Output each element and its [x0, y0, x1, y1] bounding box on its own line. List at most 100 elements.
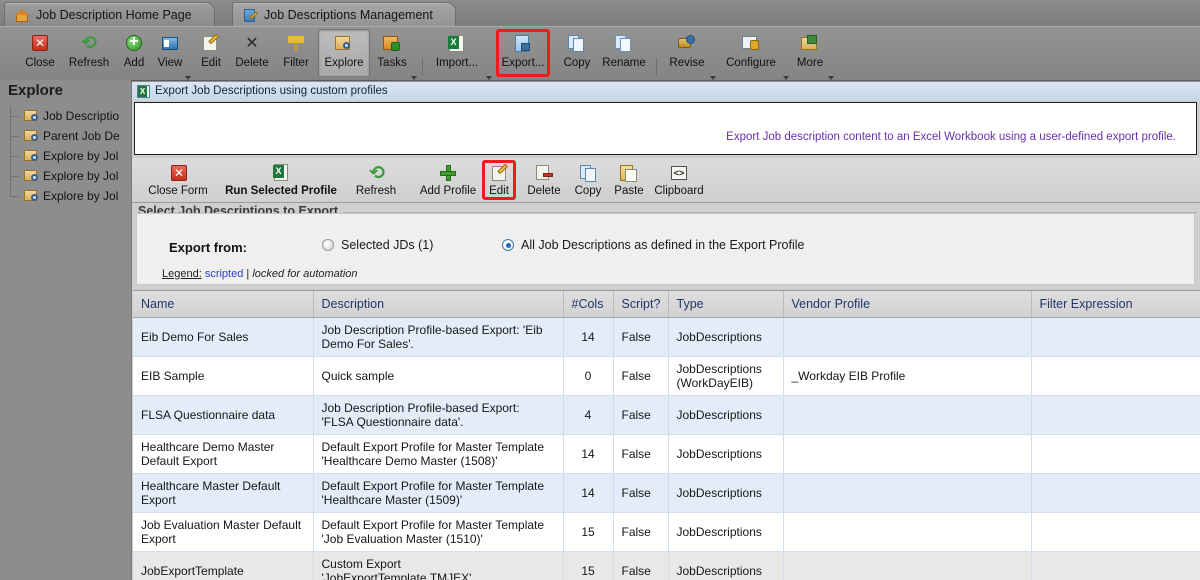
- revise-dropdown-caret[interactable]: [710, 76, 716, 80]
- radio-dot: [322, 239, 334, 251]
- cell-description: Custom Export 'JobExportTemplate.TMJEX'.: [313, 551, 564, 580]
- paste-icon: [619, 163, 639, 183]
- import-dropdown-caret[interactable]: [486, 76, 492, 80]
- view-dropdown-caret[interactable]: [185, 76, 191, 80]
- edit-icon: [489, 163, 509, 183]
- configure-button[interactable]: Configure: [719, 29, 783, 77]
- close-button[interactable]: Close: [18, 29, 62, 77]
- tab-job-descriptions-management[interactable]: Job Descriptions Management: [232, 2, 456, 27]
- rename-button[interactable]: Rename: [597, 29, 651, 77]
- plus-icon: [438, 163, 458, 183]
- table-row[interactable]: Job Evaluation Master Default Export Def…: [133, 512, 1200, 552]
- sidebar-item-explore-by-2[interactable]: Explore by Jol: [0, 166, 131, 186]
- export-icon: [512, 33, 534, 55]
- sidebar-item-label: Explore by Jol: [43, 169, 119, 183]
- column-header-description[interactable]: Description: [313, 291, 564, 318]
- configure-dropdown-caret[interactable]: [783, 76, 789, 80]
- excel-icon: [137, 84, 150, 98]
- cell-vendor: [783, 434, 1032, 474]
- radio-all-job-descriptions[interactable]: All Job Descriptions as defined in the E…: [502, 238, 804, 252]
- button-label: Export...: [501, 57, 545, 69]
- button-label: Clipboard: [654, 185, 704, 197]
- form-description-panel: Export Job description content to an Exc…: [134, 102, 1197, 155]
- table-row[interactable]: JobExportTemplate Custom Export 'JobExpo…: [133, 551, 1200, 580]
- export-form-window: Export Job Descriptions using custom pro…: [131, 82, 1200, 580]
- tasks-dropdown-caret[interactable]: [411, 76, 417, 80]
- cell-cols: 0: [563, 356, 614, 396]
- copy-button[interactable]: Copy: [558, 29, 596, 77]
- explore-folder-icon: [24, 169, 39, 183]
- add-profile-button[interactable]: Add Profile: [415, 160, 481, 200]
- cell-filter: [1031, 317, 1200, 357]
- tab-job-description-home-page[interactable]: Job Description Home Page: [4, 2, 215, 27]
- revise-button[interactable]: Revise: [663, 29, 711, 77]
- form-delete-button[interactable]: Delete: [521, 160, 567, 200]
- legend-separator: |: [246, 268, 250, 280]
- cell-name: Healthcare Master Default Export: [133, 473, 314, 513]
- filter-button[interactable]: Filter: [276, 29, 316, 77]
- form-paste-button[interactable]: Paste: [608, 160, 650, 200]
- run-selected-profile-button[interactable]: Run Selected Profile: [216, 160, 346, 200]
- add-button[interactable]: Add: [117, 29, 151, 77]
- column-header-filter-expression[interactable]: Filter Expression: [1031, 291, 1200, 318]
- cell-description: Job Description Profile-based Export: 'E…: [313, 317, 564, 357]
- form-refresh-button[interactable]: Refresh: [348, 160, 404, 200]
- table-row[interactable]: EIB Sample Quick sample 0 False JobDescr…: [133, 356, 1200, 396]
- form-copy-button[interactable]: Copy: [568, 160, 608, 200]
- explore-sidebar: Explore Job Descriptio Parent Job De Exp…: [0, 80, 132, 580]
- cell-filter: [1031, 356, 1200, 396]
- group-body: Export from: Selected JDs (1) All Job De…: [136, 213, 1195, 285]
- copy-icon: [566, 33, 588, 55]
- close-form-button[interactable]: Close Form: [140, 160, 216, 200]
- toolbar-separator: [656, 58, 657, 76]
- close-form-icon: [168, 163, 190, 183]
- more-icon: [799, 33, 821, 55]
- explore-button[interactable]: Explore: [318, 29, 370, 77]
- radio-selected-jds[interactable]: Selected JDs (1): [322, 238, 433, 252]
- sidebar-item-explore-by-1[interactable]: Explore by Jol: [0, 146, 131, 166]
- export-button[interactable]: Export...: [496, 29, 550, 77]
- clipboard-button[interactable]: Clipboard: [650, 160, 708, 200]
- form-edit-button[interactable]: Edit: [482, 160, 516, 200]
- table-row[interactable]: Healthcare Demo Master Default Export De…: [133, 434, 1200, 474]
- cell-filter: [1031, 434, 1200, 474]
- more-button[interactable]: More: [791, 29, 829, 77]
- tasks-button[interactable]: Tasks: [371, 29, 413, 77]
- table-row[interactable]: FLSA Questionnaire data Job Description …: [133, 395, 1200, 435]
- column-header-name[interactable]: Name: [133, 291, 314, 318]
- column-header-script[interactable]: Script?: [613, 291, 669, 318]
- legend-label: Legend:: [162, 268, 202, 280]
- home-icon: [15, 8, 30, 23]
- table-row[interactable]: Eib Demo For Sales Job Description Profi…: [133, 317, 1200, 357]
- more-dropdown-caret[interactable]: [828, 76, 834, 80]
- sidebar-item-explore-by-3[interactable]: Explore by Jol: [0, 186, 131, 206]
- cell-name: Healthcare Demo Master Default Export: [133, 434, 314, 474]
- column-header-cols[interactable]: #Cols: [563, 291, 614, 318]
- sidebar-item-parent-job-descriptions[interactable]: Parent Job De: [0, 126, 131, 146]
- import-button[interactable]: Import...: [429, 29, 485, 77]
- button-label: Edit: [489, 185, 509, 197]
- delete-button[interactable]: Delete: [228, 29, 276, 77]
- sidebar-title: Explore: [0, 80, 131, 102]
- export-profiles-table[interactable]: Name Description #Cols Script? Type Vend…: [133, 290, 1200, 580]
- button-label: Paste: [614, 185, 644, 197]
- tree-line: [10, 186, 20, 206]
- revise-icon: [676, 33, 698, 55]
- cell-script: False: [613, 512, 669, 552]
- refresh-button[interactable]: Refresh: [62, 29, 116, 77]
- table-row[interactable]: Healthcare Master Default Export Default…: [133, 473, 1200, 513]
- view-button[interactable]: View: [151, 29, 189, 77]
- button-label: View: [157, 57, 183, 69]
- sidebar-item-label: Job Descriptio: [43, 109, 120, 123]
- column-header-type[interactable]: Type: [668, 291, 784, 318]
- tree-line: [10, 146, 20, 166]
- edit-button[interactable]: Edit: [194, 29, 228, 77]
- button-label: Run Selected Profile: [225, 185, 337, 197]
- sidebar-item-job-descriptions[interactable]: Job Descriptio: [0, 106, 131, 126]
- column-header-vendor-profile[interactable]: Vendor Profile: [783, 291, 1032, 318]
- cell-name: FLSA Questionnaire data: [133, 395, 314, 435]
- table-header-row: Name Description #Cols Script? Type Vend…: [133, 291, 1200, 318]
- toolbar-separator: [422, 58, 423, 76]
- cell-description: Default Export Profile for Master Templa…: [313, 473, 564, 513]
- select-jds-group: Select Job Descriptions to Export Export…: [136, 204, 1197, 286]
